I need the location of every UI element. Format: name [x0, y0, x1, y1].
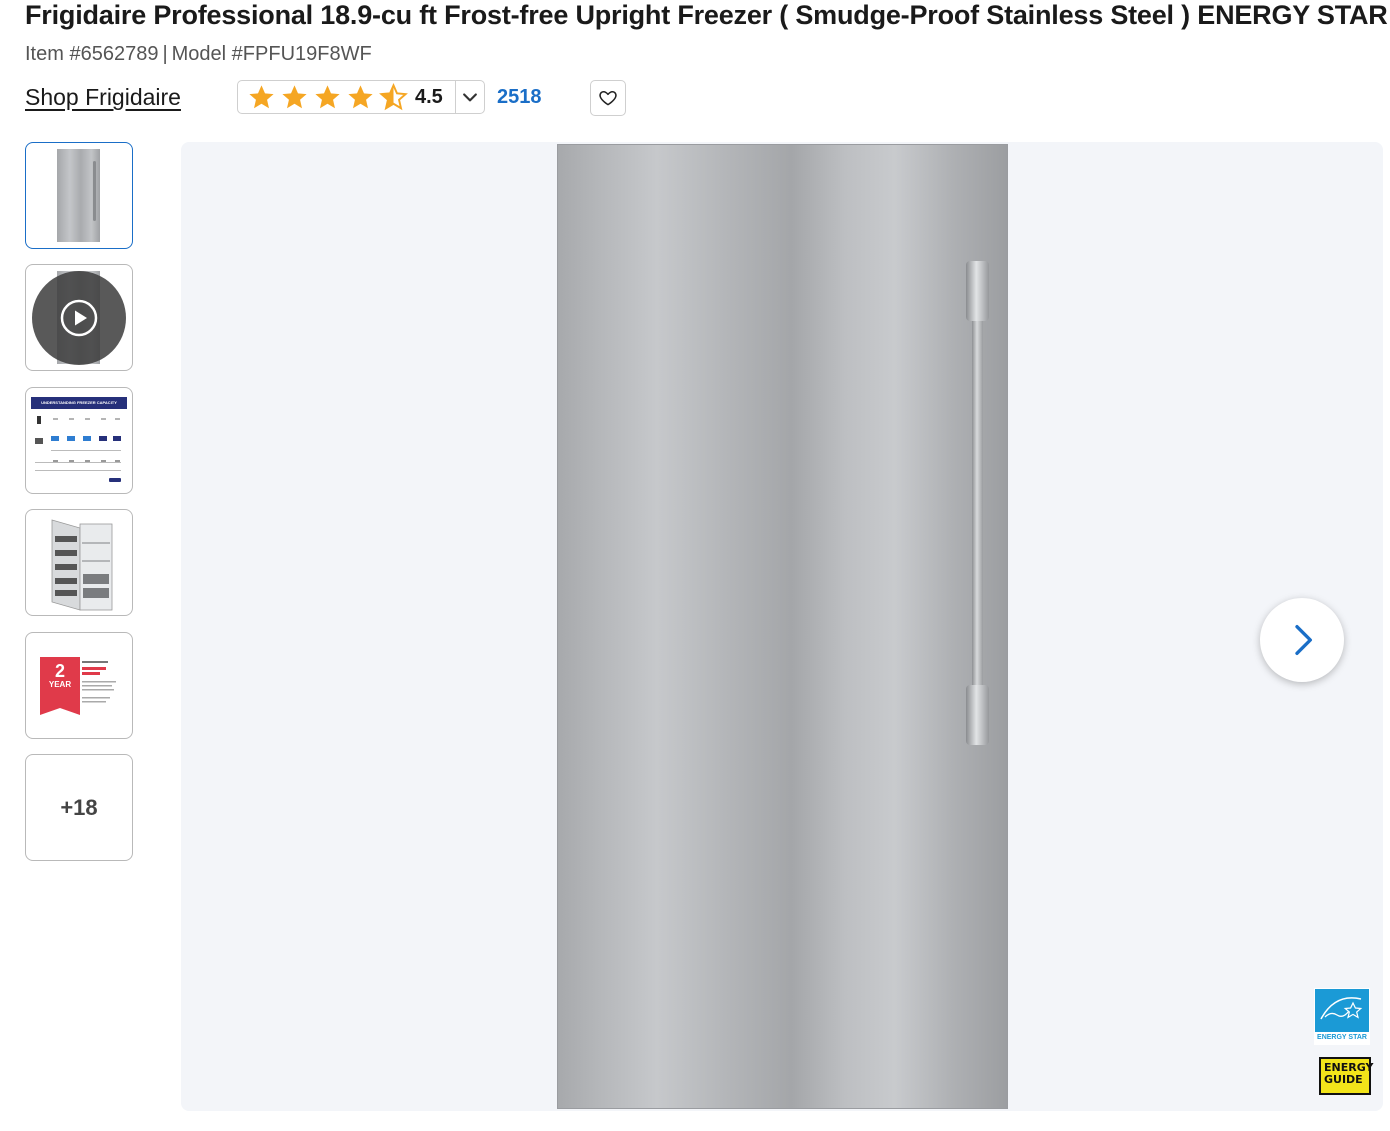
thumbnail-freezer-front[interactable]: [25, 142, 133, 249]
product-identifiers: Item #6562789 | Model #FPFU19F8WF: [25, 43, 372, 66]
product-title: Frigidaire Professional 18.9-cu ft Frost…: [25, 0, 1388, 30]
star-rating: [247, 82, 412, 112]
capacity-chart-header: UNDERSTANDING FREEZER CAPACITY: [31, 397, 127, 409]
thumbnail-freezer-open[interactable]: [25, 509, 133, 616]
capacity-chart-title: UNDERSTANDING FREEZER CAPACITY: [41, 400, 117, 405]
energy-star-icon: [1320, 997, 1363, 1020]
warranty-word: YEAR: [48, 680, 72, 689]
rating-summary[interactable]: 4.5: [237, 80, 485, 114]
freezer-handle-top-mount: [966, 261, 989, 321]
rating-divider: [455, 81, 456, 113]
thumbnail-freezer-handle: [93, 161, 96, 221]
model-number: Model #FPFU19F8WF: [171, 43, 372, 65]
energy-star-label: ENERGY STAR: [1315, 1032, 1369, 1044]
star-full-icon: [315, 84, 340, 108]
identifier-separator: |: [162, 43, 168, 65]
freezer-handle-bottom-mount: [966, 685, 989, 745]
heart-icon: [599, 91, 617, 106]
warranty-text-graphic: [82, 661, 116, 703]
freezer-open-graphic: [51, 519, 113, 611]
chevron-right-icon: [1295, 625, 1312, 655]
thumbnail-warranty[interactable]: 2 YEAR: [25, 632, 133, 739]
star-full-icon: [282, 84, 307, 108]
capacity-chart-graphic: [35, 416, 121, 482]
energy-star-logo: ENERGY STAR: [1314, 988, 1370, 1045]
chevron-down-icon[interactable]: [460, 87, 480, 107]
star-half-icon: [379, 82, 408, 110]
star-full-icon: [348, 84, 373, 108]
play-icon: [60, 299, 98, 337]
next-image-button[interactable]: [1260, 598, 1344, 682]
review-count-link[interactable]: 2518: [497, 86, 542, 109]
shop-brand-link[interactable]: Shop Frigidaire: [25, 84, 181, 111]
rating-value: 4.5: [415, 85, 443, 108]
main-product-image: ENERGY STAR ENERGY GUIDE: [181, 142, 1383, 1111]
thumbnail-video[interactable]: [25, 264, 133, 371]
freezer-image: [557, 144, 1008, 1109]
thumbnail-capacity-chart[interactable]: UNDERSTANDING FREEZER CAPACITY: [25, 387, 133, 494]
star-full-icon: [249, 84, 274, 108]
freezer-handle: [972, 265, 983, 745]
warranty-number: 2: [54, 661, 65, 681]
warranty-badge: 2 YEAR: [40, 657, 80, 715]
thumbnail-more[interactable]: +18: [25, 754, 133, 861]
item-number: Item #6562789: [25, 43, 159, 65]
energy-guide-badge[interactable]: ENERGY GUIDE: [1319, 1057, 1373, 1095]
energy-guide-line2: GUIDE: [1324, 1073, 1363, 1086]
favorite-button[interactable]: [590, 80, 626, 116]
